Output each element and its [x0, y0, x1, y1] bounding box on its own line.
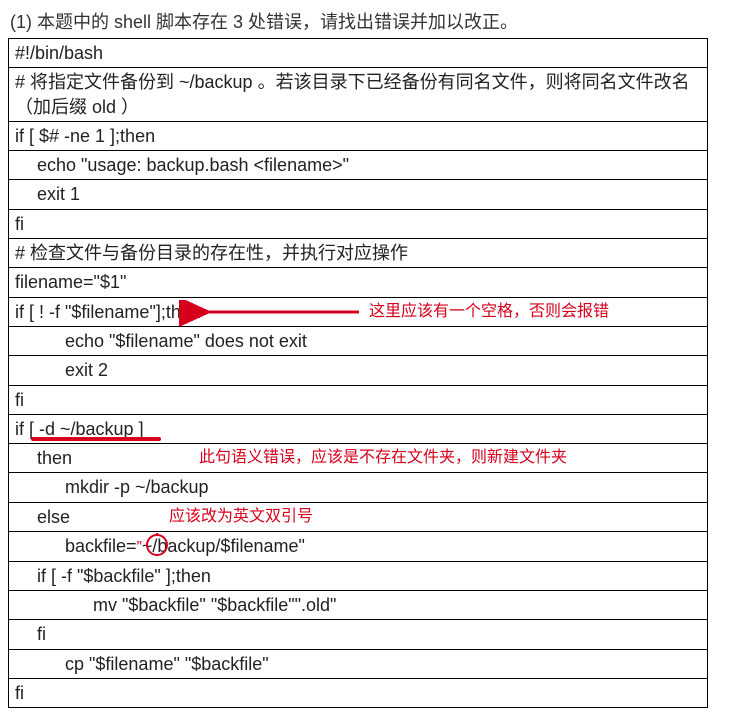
code-line: #!/bin/bash	[9, 39, 708, 68]
code-line: fi	[9, 209, 708, 238]
code-line: fi	[9, 678, 708, 707]
code-line: mkdir -p ~/backup	[9, 473, 708, 502]
code-line: fi	[9, 620, 708, 649]
code-text: if [ ! -f "$filename"];then	[15, 302, 201, 322]
code-line: fi	[9, 385, 708, 414]
code-line: cp "$filename" "$backfile"	[9, 649, 708, 678]
code-text-a: backfile=	[65, 536, 137, 556]
code-line-error-3: backfile=”~/backup/$filename"	[9, 532, 708, 562]
code-line-error-1: if [ ! -f "$filename"];then 这里应该有一个空格，否则…	[9, 297, 708, 326]
code-line: # 将指定文件备份到 ~/backup 。若该目录下已经备份有同名文件，则将同名…	[9, 68, 708, 122]
code-line: echo "$filename" does not exit	[9, 326, 708, 355]
question-text: (1) 本题中的 shell 脚本存在 3 处错误，请找出错误并加以改正。	[10, 8, 729, 34]
code-line: if [ -f "$backfile" ];then	[9, 561, 708, 590]
code-line: else 应该改为英文双引号	[9, 502, 708, 531]
code-text-b: ~/backup/$filename"	[142, 536, 305, 556]
code-line: exit 1	[9, 180, 708, 209]
code-line: mv "$backfile" "$backfile"".old"	[9, 590, 708, 619]
code-line: echo "usage: backup.bash <filename>"	[9, 151, 708, 180]
code-text: if [ -d ~/backup ]	[15, 419, 144, 439]
code-line: if [ $# -ne 1 ];then	[9, 121, 708, 150]
code-table: #!/bin/bash # 将指定文件备份到 ~/backup 。若该目录下已经…	[8, 38, 708, 708]
code-text: else	[37, 507, 70, 527]
code-line: filename="$1"	[9, 268, 708, 297]
annotation-1: 这里应该有一个空格，否则会报错	[369, 301, 609, 323]
code-line: then 此句语义错误，应该是不存在文件夹，则新建文件夹	[9, 444, 708, 473]
code-text: then	[37, 448, 72, 468]
code-line-error-2: if [ -d ~/backup ]	[9, 414, 708, 443]
annotation-3: 应该改为英文双引号	[169, 506, 313, 528]
code-line: # 检查文件与备份目录的存在性，并执行对应操作	[9, 239, 708, 268]
annotation-2: 此句语义错误，应该是不存在文件夹，则新建文件夹	[199, 447, 567, 469]
code-line: exit 2	[9, 356, 708, 385]
